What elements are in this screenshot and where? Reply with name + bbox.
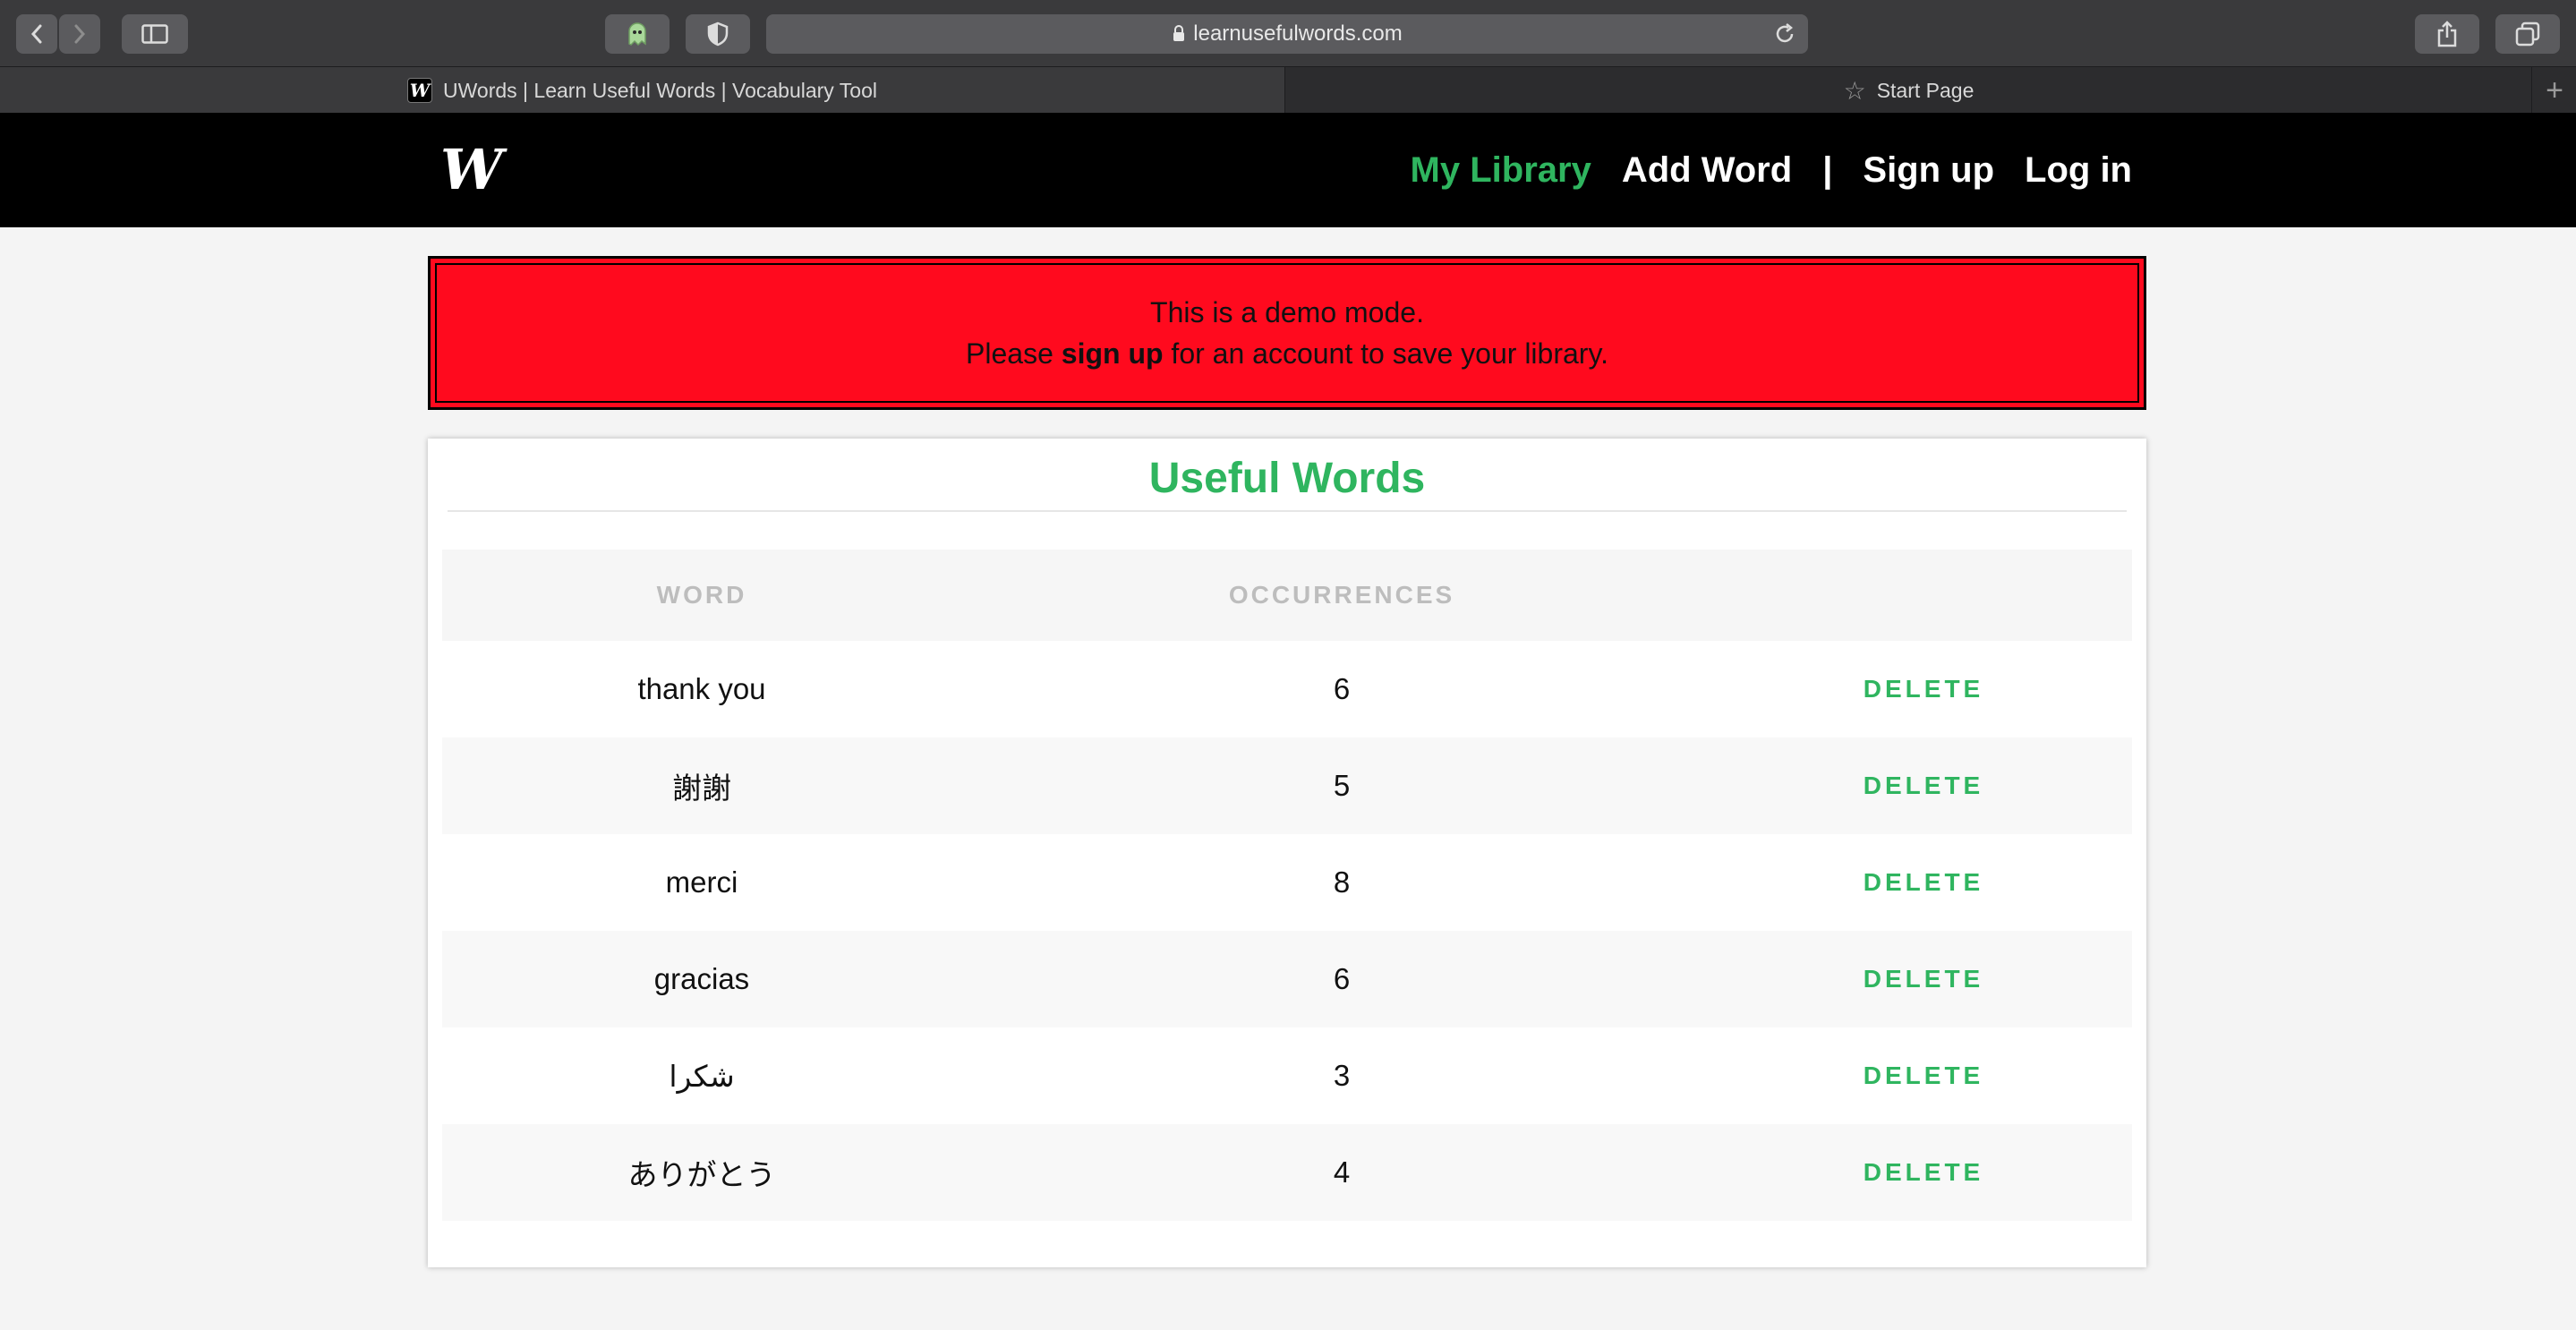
delete-button[interactable]: DELETE — [1864, 868, 1983, 897]
occurrences-cell: 4 — [1333, 1155, 1351, 1189]
word-cell: thank you — [637, 672, 766, 705]
ghostery-extension-button[interactable] — [605, 14, 670, 54]
word-cell: 謝謝 — [672, 772, 731, 805]
demo-mode-message: This is a demo mode. — [1150, 296, 1424, 328]
library-title: Useful Words — [448, 451, 2127, 512]
lock-icon — [1173, 25, 1185, 41]
address-bar[interactable]: learnusefulwords.com — [766, 14, 1808, 54]
occurrences-cell: 6 — [1333, 672, 1351, 705]
table-row: gracias 6 DELETE — [442, 931, 2132, 1027]
tab-bar: W UWords | Learn Useful Words | Vocabula… — [0, 66, 2576, 114]
table-row: merci 8 DELETE — [442, 834, 2132, 931]
main-nav: My Library Add Word | Sign up Log in — [1411, 113, 2132, 227]
library-card: Useful Words WORD OCCURRENCES thank you 6… — [428, 439, 2146, 1267]
tabs-overview-button[interactable] — [2495, 14, 2560, 54]
forward-button[interactable] — [59, 14, 100, 54]
sidebar-icon — [141, 24, 168, 44]
word-cell: شكرا — [669, 1059, 735, 1093]
tab-start-page[interactable]: ☆ Start Page — [1286, 67, 2532, 114]
privacy-extension-button[interactable] — [686, 14, 750, 54]
nav-separator: | — [1822, 149, 1833, 190]
column-action — [1780, 550, 2067, 641]
shield-icon — [707, 21, 729, 47]
site-header: W My Library Add Word | Sign up Log in — [0, 113, 2576, 227]
signup-link[interactable]: sign up — [1062, 337, 1164, 370]
nav-add-word[interactable]: Add Word — [1622, 150, 1792, 191]
table-header: WORD OCCURRENCES — [442, 550, 2132, 641]
word-cell: merci — [665, 865, 738, 899]
signup-prompt: Please sign up for an account to save yo… — [966, 337, 1608, 370]
browser-toolbar: learnusefulwords.com — [0, 0, 2576, 66]
table-row: thank you 6 DELETE — [442, 641, 2132, 737]
url-text: learnusefulwords.com — [1193, 21, 1403, 46]
back-icon — [30, 24, 42, 44]
occurrences-cell: 6 — [1333, 962, 1351, 995]
share-icon — [2437, 21, 2457, 47]
delete-button[interactable]: DELETE — [1864, 965, 1983, 993]
tab-title: Start Page — [1876, 78, 1975, 102]
site-logo[interactable]: W — [440, 140, 503, 200]
table-row: 謝謝 5 DELETE — [442, 737, 2132, 834]
delete-button[interactable]: DELETE — [1864, 772, 1983, 800]
uwords-favicon: W — [407, 78, 433, 103]
tabs-overview-icon — [2515, 21, 2540, 47]
table-row: ありがとう 4 DELETE — [442, 1124, 2132, 1221]
tab-title: UWords | Learn Useful Words | Vocabulary… — [443, 78, 877, 102]
forward-icon — [74, 24, 86, 44]
share-button[interactable] — [2415, 14, 2479, 54]
delete-button[interactable]: DELETE — [1864, 1158, 1983, 1187]
new-tab-icon[interactable]: + — [2533, 67, 2576, 114]
ghostery-icon — [628, 22, 646, 47]
back-button[interactable] — [16, 14, 57, 54]
occurrences-cell: 8 — [1333, 865, 1351, 899]
table-row: شكرا 3 DELETE — [442, 1027, 2132, 1124]
tab-uwords[interactable]: W UWords | Learn Useful Words | Vocabula… — [0, 67, 1285, 114]
nav-log-in[interactable]: Log in — [2025, 150, 2132, 191]
nav-my-library[interactable]: My Library — [1411, 150, 1591, 191]
occurrences-cell: 3 — [1333, 1059, 1351, 1092]
occurrences-cell: 5 — [1333, 769, 1351, 802]
word-cell: ありがとう — [627, 1158, 776, 1191]
reload-icon[interactable] — [1772, 21, 1797, 47]
nav-sign-up[interactable]: Sign up — [1863, 150, 1994, 191]
word-cell: gracias — [653, 962, 750, 995]
column-occurrences: OCCURRENCES — [1228, 581, 1455, 609]
column-word: WORD — [656, 581, 747, 609]
star-icon: ☆ — [1843, 76, 1866, 105]
delete-button[interactable]: DELETE — [1864, 675, 1983, 703]
sidebar-button[interactable] — [122, 14, 188, 54]
delete-button[interactable]: DELETE — [1864, 1061, 1983, 1090]
demo-mode-banner: This is a demo mode. Please sign up for … — [428, 256, 2146, 410]
words-table: WORD OCCURRENCES thank you 6 DELETE 謝謝 5 DELE… — [442, 550, 2132, 1221]
